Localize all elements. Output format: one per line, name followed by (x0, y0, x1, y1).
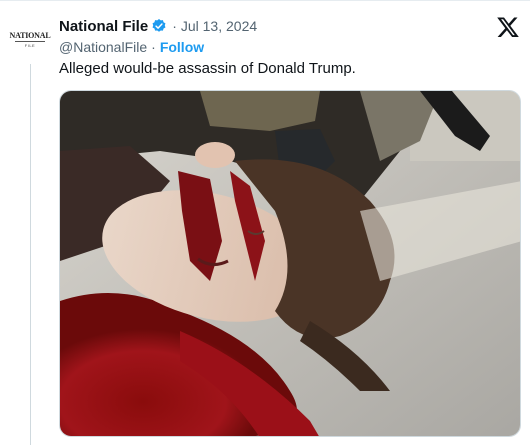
thread-line (30, 64, 31, 445)
display-name[interactable]: National File (59, 18, 148, 35)
top-divider (0, 0, 530, 1)
avatar-logo-sub: FILE (24, 42, 36, 48)
follow-button[interactable]: Follow (160, 39, 204, 55)
header-separator: · (172, 18, 177, 34)
tweet-date[interactable]: Jul 13, 2024 (181, 18, 257, 34)
photo-illustration (60, 91, 520, 436)
avatar-logo-main: NATIONAL (9, 30, 51, 40)
verified-badge-icon (151, 18, 167, 34)
handle-separator: · (151, 39, 156, 55)
avatar[interactable]: NATIONAL FILE (8, 25, 52, 53)
x-logo-icon[interactable] (496, 15, 520, 39)
avatar-logo-rule (15, 40, 45, 42)
tweet-text: Alleged would-be assassin of Donald Trum… (59, 60, 356, 77)
handle-row: @NationalFile · Follow (59, 38, 204, 56)
tweet-header: National File · Jul 13, 2024 (59, 16, 257, 36)
user-handle[interactable]: @NationalFile (59, 39, 147, 55)
tweet-photo[interactable] (59, 90, 521, 437)
